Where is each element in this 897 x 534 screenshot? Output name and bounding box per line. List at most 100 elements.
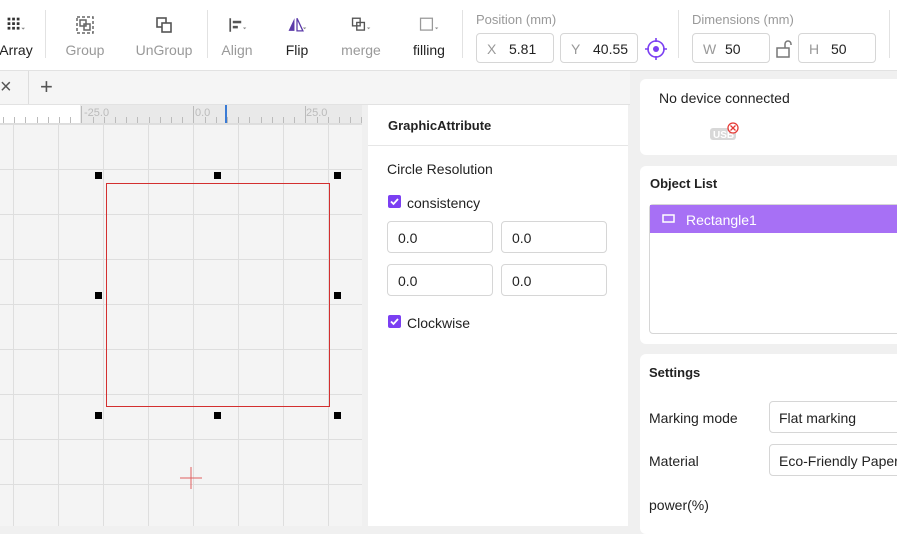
resize-handle[interactable] [214, 412, 221, 419]
position-title: Position (mm) [476, 12, 557, 27]
array-label: Array [0, 42, 33, 58]
aspect-lock-toggle[interactable] [774, 38, 794, 60]
toolbar-divider [45, 10, 46, 58]
array-button[interactable]: Array [0, 0, 36, 70]
device-status-text: No device connected [659, 90, 790, 106]
device-status-card: No device connected USB [640, 79, 897, 155]
resize-handle[interactable] [334, 412, 341, 419]
clockwise-label: Clockwise [407, 315, 471, 331]
design-canvas[interactable] [0, 124, 362, 526]
crosshair-target-icon [645, 38, 667, 60]
resolution-input[interactable]: 0.0 [501, 221, 607, 253]
ruler-label: -25.0 [84, 107, 110, 119]
y-value: 40.55 [593, 41, 629, 57]
y-prefix: Y [571, 41, 581, 57]
ruler-tick [70, 117, 72, 123]
usb-disconnected-icon: USB [710, 122, 739, 141]
horizontal-ruler: -25.0 0.0 25.0 [0, 105, 362, 124]
settings-panel: Settings Marking mode Flat marking Mater… [640, 354, 897, 534]
ruler-tick [350, 117, 352, 123]
resize-handle[interactable] [95, 172, 102, 179]
flip-icon [288, 17, 307, 32]
marking-mode-label: Marking mode [649, 410, 738, 426]
material-select[interactable]: Eco-Friendly Paper [769, 444, 897, 476]
ruler-label: 0.0 [195, 107, 211, 119]
marking-mode-select[interactable]: Flat marking [769, 401, 897, 433]
checkmark-icon [390, 318, 399, 326]
ruler-tick [327, 117, 329, 123]
dimensions-title: Dimensions (mm) [692, 12, 794, 27]
ruler-label: 25.0 [306, 107, 328, 119]
toolbar-divider [462, 10, 463, 58]
ruler-tick [249, 117, 251, 123]
ruler-tick [14, 117, 16, 123]
h-prefix: H [809, 41, 820, 57]
ruler-tick [81, 106, 83, 123]
clockwise-checkbox[interactable] [388, 315, 401, 328]
ungroup-label: UnGroup [135, 42, 193, 58]
rectangle-shape[interactable] [106, 183, 330, 407]
flip-label: Flip [285, 42, 309, 58]
align-button[interactable]: Align [216, 0, 258, 70]
flip-button[interactable]: Flip [276, 0, 318, 70]
position-x-field[interactable]: X 5.81 [476, 33, 554, 63]
ruler-tick [271, 117, 273, 123]
width-field[interactable]: W 50 [692, 33, 770, 63]
merge-button[interactable]: merge [338, 0, 384, 70]
filling-button[interactable]: filling [408, 0, 450, 70]
toolbar-divider [889, 10, 890, 58]
consistency-label: consistency [407, 195, 481, 211]
rectangle-icon [662, 214, 675, 223]
object-list-title: Object List [650, 176, 718, 191]
align-left-icon [229, 18, 247, 32]
ungroup-button[interactable]: UnGroup [132, 0, 196, 70]
resize-handle[interactable] [214, 172, 221, 179]
resolution-input[interactable]: 0.0 [501, 264, 607, 296]
plus-icon: + [40, 74, 53, 99]
consistency-checkbox[interactable] [388, 195, 401, 208]
ruler-cursor-marker [225, 105, 227, 123]
group-button[interactable]: Group [60, 0, 110, 70]
position-y-field[interactable]: Y 40.55 [560, 33, 638, 63]
object-name: Rectangle1 [686, 212, 757, 228]
ruler-tick [47, 117, 49, 123]
locate-button[interactable] [643, 36, 669, 62]
toolbar: Array Group UnGroup Align Flip merge fil… [0, 0, 897, 71]
ruler-tick [227, 117, 228, 123]
group-label: Group [65, 42, 105, 58]
origin-crosshair-icon [180, 467, 202, 489]
group-icon [76, 16, 94, 34]
ruler-tick [126, 117, 128, 123]
power-label: power(%) [649, 497, 709, 513]
resolution-value: 0.0 [512, 230, 532, 246]
divider [368, 145, 628, 146]
resolution-input[interactable]: 0.0 [387, 221, 493, 253]
height-field[interactable]: H 50 [798, 33, 876, 63]
resolution-input[interactable]: 0.0 [387, 264, 493, 296]
object-list-panel: Object List Rectangle1 [640, 166, 897, 344]
ruler-tick [159, 117, 161, 123]
resolution-value: 0.0 [398, 273, 418, 289]
ruler-tick [215, 117, 217, 123]
marking-mode-value: Flat marking [779, 410, 857, 426]
x-value: 5.81 [509, 41, 537, 57]
panel-title: GraphicAttribute [388, 118, 492, 133]
ruler-tick [148, 117, 150, 123]
ruler-tick [137, 117, 139, 123]
resize-handle[interactable] [334, 292, 341, 299]
resolution-value: 0.0 [398, 230, 418, 246]
unlock-icon [776, 40, 792, 58]
x-prefix: X [487, 41, 497, 57]
object-list: Rectangle1 [649, 204, 897, 334]
object-list-item[interactable]: Rectangle1 [650, 205, 897, 233]
w-prefix: W [703, 41, 717, 57]
add-tab-button[interactable]: + [38, 71, 60, 104]
close-tab-button[interactable]: × [0, 71, 29, 104]
resize-handle[interactable] [95, 292, 102, 299]
ruler-tick [283, 117, 284, 123]
ruler-tick [36, 117, 38, 123]
resize-handle[interactable] [334, 172, 341, 179]
resize-handle[interactable] [95, 412, 102, 419]
w-value: 50 [725, 41, 741, 57]
ruler-tick [59, 117, 60, 123]
